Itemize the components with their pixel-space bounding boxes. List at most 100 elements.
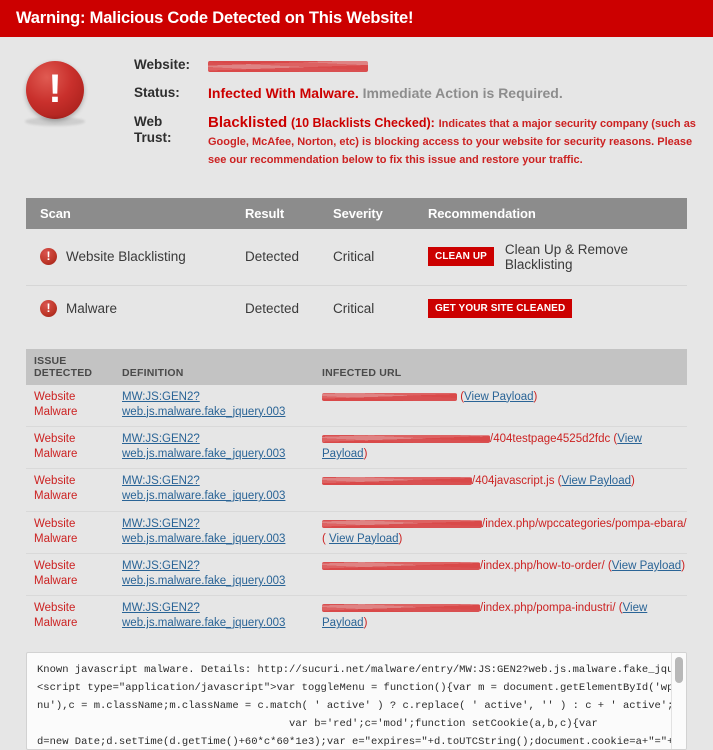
- web-trust-value: Blacklisted (10 Blacklists Checked): Ind…: [208, 114, 699, 169]
- exclamation-glyph: !: [48, 66, 62, 111]
- infected-url-cell: /index.php/how-to-order/ (View Payload): [322, 553, 687, 597]
- redacted-url: [322, 604, 480, 613]
- definition-cell: MW:JS:GEN2? web.js.malware.fake_jquery.0…: [122, 511, 322, 554]
- payload-close-paren: ): [681, 559, 686, 572]
- web-trust-label-line1: Web: [134, 113, 163, 129]
- view-payload-link[interactable]: View Payload: [562, 475, 631, 487]
- payload-close-paren: ): [631, 475, 635, 488]
- issues-table-header-row: ISSUE DETECTED DEFINITION INFECTED URL: [26, 348, 687, 385]
- web-trust-status: Blacklisted: [208, 113, 288, 131]
- issues-table: ISSUE DETECTED DEFINITION INFECTED URL W…: [26, 348, 687, 638]
- view-payload-link[interactable]: View Payload: [464, 391, 533, 403]
- alert-badge: !: [26, 55, 88, 180]
- issue-line1: Website: [34, 602, 76, 615]
- clean-up-button[interactable]: CLEAN UP: [428, 247, 494, 267]
- infected-url-cell: /index.php/pompa-industri/ (View Payload…: [322, 596, 687, 638]
- definition-link-secondary[interactable]: web.js.malware.fake_jquery.003: [122, 532, 322, 547]
- exclamation-circle-icon: !: [26, 61, 84, 119]
- definition-link-primary[interactable]: MW:JS:GEN2?: [122, 601, 322, 616]
- issue-detected-column-header: ISSUE DETECTED: [26, 348, 122, 385]
- definition-link-primary[interactable]: MW:JS:GEN2?: [122, 390, 322, 405]
- scan-results-table: Scan Result Severity Recommendation ! We…: [26, 197, 687, 331]
- view-payload-link[interactable]: View Payload: [329, 533, 398, 545]
- definition-cell: MW:JS:GEN2? web.js.malware.fake_jquery.0…: [122, 468, 322, 512]
- definition-link-secondary[interactable]: web.js.malware.fake_jquery.003: [122, 489, 322, 504]
- malware-code-block[interactable]: Known javascript malware. Details: http:…: [26, 651, 687, 750]
- issue-header-line1: ISSUE: [34, 354, 67, 367]
- payload-open-paren: (: [322, 532, 326, 545]
- issue-line2: Malware: [34, 490, 78, 503]
- issue-line1: Website: [34, 517, 76, 530]
- status-label: Status:: [134, 84, 180, 100]
- view-payload-link[interactable]: View Payload: [612, 560, 681, 572]
- status-main-text: Infected With Malware.: [208, 84, 359, 101]
- definition-column-header: DEFINITION: [122, 348, 322, 385]
- severity-column-header: Severity: [333, 197, 428, 229]
- issue-line1: Website: [34, 432, 76, 445]
- infected-url-cell: (View Payload): [322, 384, 687, 427]
- definition-link-primary[interactable]: MW:JS:GEN2?: [122, 559, 322, 574]
- infected-url-cell: /404javascript.js (View Payload): [322, 468, 687, 512]
- website-label: Website:: [134, 57, 191, 72]
- status-field-row: Status: Infected With Malware. Immediate…: [134, 85, 699, 103]
- definition-link-secondary[interactable]: web.js.malware.fake_jquery.003: [122, 616, 322, 631]
- table-row: Website Malware MW:JS:GEN2? web.js.malwa…: [26, 596, 687, 638]
- website-field-row: Website:: [134, 57, 699, 74]
- infected-url-cell: /index.php/wpccategories/pompa-ebara/ ( …: [322, 511, 687, 554]
- definition-link-secondary[interactable]: web.js.malware.fake_jquery.003: [122, 574, 322, 589]
- payload-close-paren: ): [398, 532, 403, 545]
- definition-cell: MW:JS:GEN2? web.js.malware.fake_jquery.0…: [122, 553, 322, 597]
- issue-line1: Website: [34, 390, 76, 403]
- get-site-cleaned-button[interactable]: GET YOUR SITE CLEANED: [428, 298, 573, 318]
- scan-table-header-row: Scan Result Severity Recommendation: [26, 197, 687, 229]
- web-trust-count: (10 Blacklists Checked):: [290, 115, 435, 130]
- scan-name-text: Website Blacklisting: [66, 249, 186, 265]
- definition-link-primary[interactable]: MW:JS:GEN2?: [122, 432, 322, 447]
- definition-link-secondary[interactable]: web.js.malware.fake_jquery.003: [122, 447, 322, 462]
- issue-line1: Website: [34, 475, 76, 488]
- issues-table-head: ISSUE DETECTED DEFINITION INFECTED URL: [26, 348, 687, 385]
- issues-table-body: Website Malware MW:JS:GEN2? web.js.malwa…: [26, 384, 687, 638]
- summary-fields: Website: Status: Infected With Malware. …: [88, 55, 699, 180]
- issue-cell: Website Malware: [26, 511, 122, 554]
- scan-name-text: Malware: [66, 300, 118, 316]
- redacted-url: [322, 519, 482, 528]
- issue-cell: Website Malware: [26, 384, 122, 427]
- table-row: Website Malware MW:JS:GEN2? web.js.malwa…: [26, 426, 687, 470]
- url-suffix: /404testpage4525d2fdc: [490, 432, 611, 445]
- table-row: Website Malware MW:JS:GEN2? web.js.malwa…: [26, 511, 687, 554]
- issue-line1: Website: [34, 559, 76, 572]
- scan-recommendation-cell: GET YOUR SITE CLEANED: [428, 285, 687, 331]
- definition-link-secondary[interactable]: web.js.malware.fake_jquery.003: [122, 405, 322, 420]
- status-value: Infected With Malware. Immediate Action …: [208, 85, 699, 103]
- issue-line2: Malware: [34, 617, 78, 630]
- website-value: [208, 57, 699, 74]
- scan-result-cell: Detected: [245, 300, 300, 316]
- issue-cell: Website Malware: [26, 596, 122, 638]
- redacted-url: [322, 477, 472, 486]
- recommendation-column-header: Recommendation: [428, 197, 687, 229]
- scan-table-head: Scan Result Severity Recommendation: [26, 197, 687, 229]
- definition-cell: MW:JS:GEN2? web.js.malware.fake_jquery.0…: [122, 384, 322, 427]
- scan-severity-cell: Critical: [333, 300, 375, 316]
- scan-severity-cell: Critical: [333, 228, 428, 286]
- payload-close-paren: ): [363, 448, 368, 461]
- status-sub-text: Immediate Action is Required.: [362, 84, 563, 101]
- summary-section: ! Website: Status: Infected With Malware…: [14, 37, 699, 186]
- issue-cell: Website Malware: [26, 468, 122, 512]
- infected-url-column-header: INFECTED URL: [322, 348, 687, 385]
- code-scrollbar[interactable]: [671, 652, 686, 749]
- issue-line2: Malware: [34, 575, 78, 588]
- table-row: Website Malware MW:JS:GEN2? web.js.malwa…: [26, 468, 687, 512]
- page-body: ! Website: Status: Infected With Malware…: [0, 37, 713, 750]
- table-row: Website Malware MW:JS:GEN2? web.js.malwa…: [26, 384, 687, 427]
- url-suffix: /index.php/pompa-industri/: [480, 602, 616, 615]
- code-scrollbar-thumb[interactable]: [675, 656, 683, 683]
- redacted-url: [322, 561, 480, 570]
- payload-close-paren: ): [363, 617, 368, 630]
- alert-glyph: !: [46, 300, 51, 315]
- url-suffix: /index.php/wpccategories/pompa-ebara/: [482, 517, 687, 530]
- definition-link-primary[interactable]: MW:JS:GEN2?: [122, 474, 322, 489]
- alert-glyph: !: [46, 249, 51, 264]
- definition-link-primary[interactable]: MW:JS:GEN2?: [122, 517, 322, 532]
